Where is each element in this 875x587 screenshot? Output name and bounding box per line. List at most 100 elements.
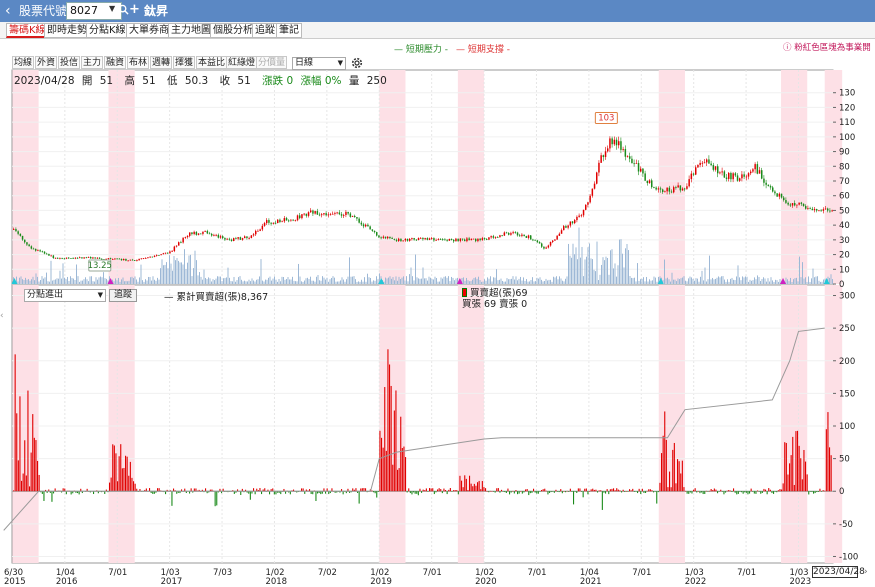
volume-bar xyxy=(337,281,338,284)
candle-body xyxy=(109,258,112,260)
candle-body xyxy=(635,162,638,164)
volume-bar xyxy=(431,279,433,284)
candle-body xyxy=(215,234,217,236)
volume-bar xyxy=(215,278,217,284)
candle-body xyxy=(387,236,389,239)
main-force-button[interactable]: 主力 xyxy=(81,56,104,69)
candle-body xyxy=(74,257,77,259)
volume-bar xyxy=(85,277,86,284)
highlight-band-top-4 xyxy=(658,70,685,284)
candle-body xyxy=(679,185,682,191)
candle-body xyxy=(270,222,272,224)
bollinger-button[interactable]: 布林 xyxy=(127,56,150,69)
candle-body xyxy=(695,167,697,175)
volume-bar xyxy=(584,259,586,284)
volume-bar xyxy=(91,276,92,284)
select-button[interactable]: 擇獲 xyxy=(173,56,196,69)
scroll-right-icon[interactable]: › xyxy=(864,567,868,577)
x-tick-label: 7/02 xyxy=(318,568,337,578)
volume-bar xyxy=(104,278,106,284)
tab-notes[interactable]: 筆記 xyxy=(276,23,302,38)
track-button[interactable]: 追蹤 xyxy=(109,289,137,302)
candle-body xyxy=(626,156,629,158)
tab-main-map[interactable]: 主力地圖 xyxy=(168,23,214,38)
volume-bar xyxy=(734,280,736,284)
net-buy-bar xyxy=(582,491,584,498)
candle-body xyxy=(376,232,378,236)
candle-body xyxy=(785,200,787,203)
volume-bar xyxy=(23,280,25,284)
tab-big-brokers[interactable]: 大單券商 xyxy=(126,23,172,38)
price-volume-button[interactable]: 分價量 xyxy=(256,56,288,69)
foreign-button[interactable]: 外資 xyxy=(35,56,58,69)
candle-body xyxy=(167,252,169,254)
tab-stock-analysis[interactable]: 個股分析 xyxy=(210,23,256,38)
net-buy-bar xyxy=(640,491,642,495)
volume-bar xyxy=(440,277,442,284)
volume-bar xyxy=(365,281,367,284)
net-buy-bar xyxy=(515,490,517,492)
y-tick-label-top: 110 xyxy=(839,118,855,128)
candle-body xyxy=(334,212,336,214)
net-buy-bar xyxy=(113,445,115,492)
net-buy-bar xyxy=(597,491,599,493)
candle-body xyxy=(701,162,704,164)
tab-chip-k[interactable]: 籌碼K線 xyxy=(6,23,49,38)
volume-bar xyxy=(511,278,512,284)
indicator-select[interactable]: 分點進出 ▼ xyxy=(24,289,106,302)
volume-bar xyxy=(263,281,265,284)
net-buy-bar xyxy=(625,491,627,492)
volume-bar xyxy=(803,278,805,284)
volume-bar xyxy=(722,276,724,284)
candle-body xyxy=(193,231,195,234)
volume-bar xyxy=(308,279,310,284)
net-buy-bar xyxy=(632,488,634,492)
pe-button[interactable]: 本益比 xyxy=(196,56,228,69)
volume-bar xyxy=(406,276,407,284)
candle-body xyxy=(450,238,453,240)
tab-branch-k[interactable]: 分點K線 xyxy=(86,23,129,38)
candle-body xyxy=(288,220,290,222)
turnover-button[interactable]: 週轉 xyxy=(150,56,173,69)
y-tick-label-top: 120 xyxy=(839,103,855,113)
volume-bar xyxy=(410,267,412,284)
candle-body xyxy=(283,218,286,222)
candle-body xyxy=(371,229,374,231)
gear-icon[interactable] xyxy=(350,56,364,70)
chevron-down-icon[interactable]: ▼ xyxy=(109,4,115,13)
margin-button[interactable]: 融資 xyxy=(104,56,127,69)
candle-body xyxy=(301,214,303,219)
volume-bar xyxy=(377,279,379,284)
net-buy-bar xyxy=(501,489,503,492)
back-arrow-icon[interactable]: ‹ xyxy=(5,2,11,20)
y-tick-label-top: 100 xyxy=(839,133,855,143)
net-buy-bar xyxy=(483,487,485,492)
tab-track[interactable]: 追蹤 xyxy=(252,23,278,38)
trust-button[interactable]: 投信 xyxy=(58,56,81,69)
volume-bar xyxy=(581,246,583,284)
add-icon[interactable]: + xyxy=(129,2,140,18)
tab-realtime[interactable]: 即時走勢 xyxy=(44,23,90,38)
candle-body xyxy=(263,223,266,226)
side-handle-icon[interactable]: ‹ xyxy=(0,311,4,321)
candle-body xyxy=(664,191,666,193)
candle-body xyxy=(466,238,468,242)
search-icon[interactable] xyxy=(118,4,129,15)
net-buy-bar xyxy=(619,490,621,492)
period-select[interactable]: 日線 ▼ xyxy=(292,57,346,70)
net-buy-bar xyxy=(622,489,624,492)
candle-body xyxy=(470,238,473,241)
candle-body xyxy=(541,243,543,247)
volume-bar xyxy=(218,276,220,284)
candle-body xyxy=(398,238,400,241)
net-buy-bar xyxy=(825,429,827,492)
ma-button[interactable]: 均線 xyxy=(12,56,35,69)
volume-bar xyxy=(149,276,151,284)
net-buy-bar xyxy=(30,452,32,492)
traffic-light-button[interactable]: 紅綠燈 xyxy=(226,56,258,69)
net-buy-bar xyxy=(721,491,723,492)
volume-bar xyxy=(250,281,251,284)
candle-body xyxy=(523,234,525,237)
net-buy-bar xyxy=(648,489,650,492)
volume-bar xyxy=(823,279,824,284)
